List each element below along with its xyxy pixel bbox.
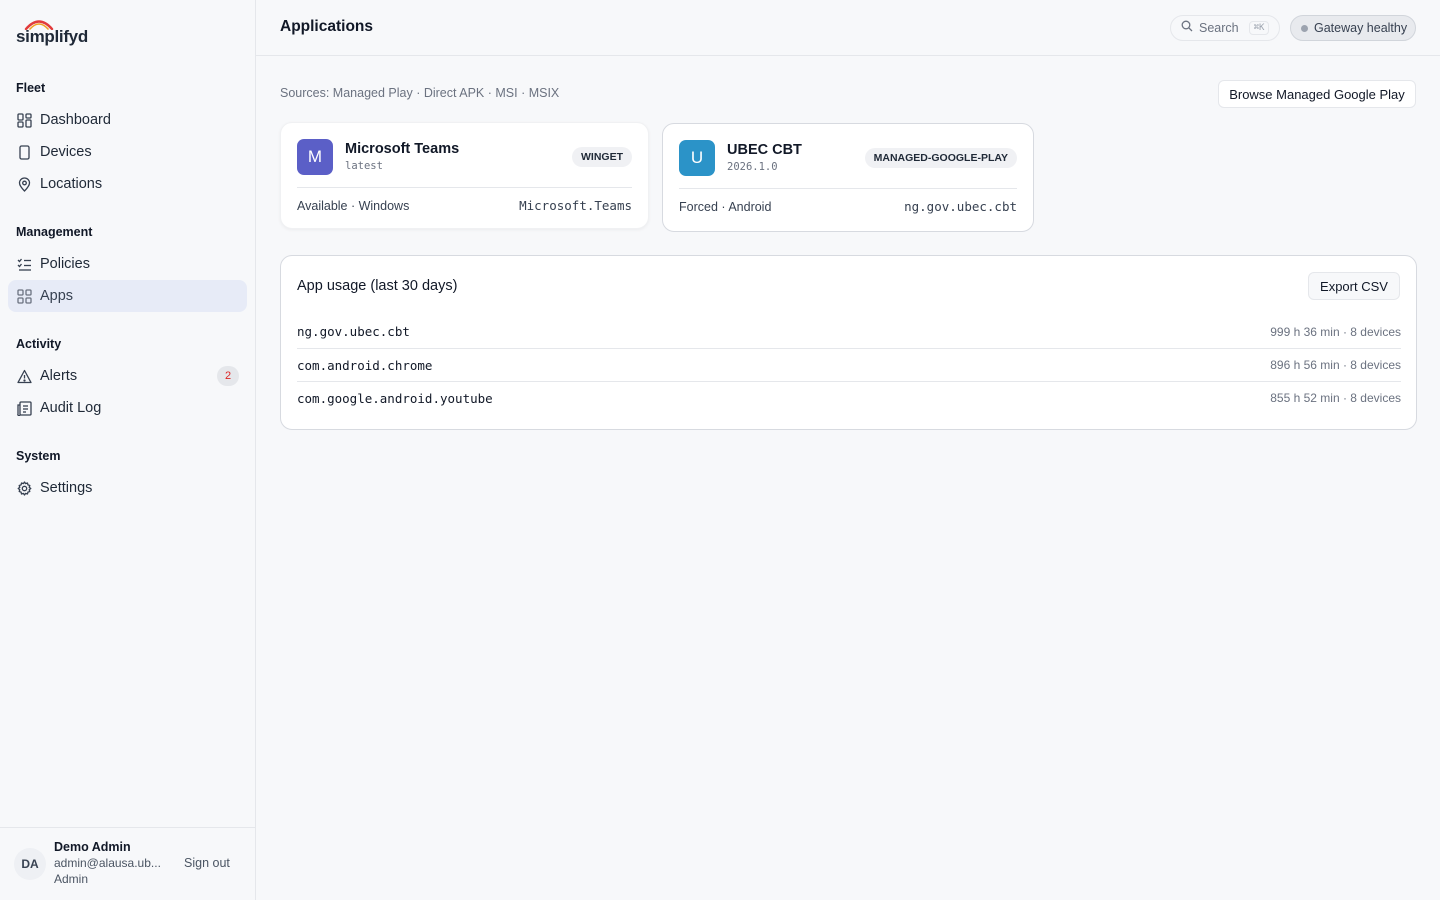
app-version: 2026.1.0: [727, 161, 778, 173]
search-label: Search: [1199, 21, 1239, 35]
device-icon: [16, 144, 32, 160]
app-initial-icon: U: [679, 140, 715, 176]
card-divider: [679, 188, 1017, 189]
page-title: Applications: [280, 18, 374, 35]
app-name: UBEC CBT: [727, 142, 802, 158]
sidebar-item-locations[interactable]: Locations: [8, 168, 247, 200]
app-package: ng.gov.ubec.cbt: [904, 199, 1017, 214]
usage-value: 855 h 52 min · 8 devices: [1270, 391, 1401, 405]
user-email: admin@alausa.ub...: [54, 856, 161, 870]
export-csv-button[interactable]: Export CSV: [1308, 272, 1400, 300]
sidebar-item-label: Apps: [40, 288, 74, 304]
app-version: latest: [345, 160, 383, 172]
avatar: DA: [14, 848, 46, 880]
gear-icon: [16, 480, 32, 496]
search-shortcut: ⌘K: [1248, 21, 1270, 35]
app-card-ubec-cbt[interactable]: U UBEC CBT 2026.1.0 MANAGED-GOOGLE-PLAY …: [662, 123, 1034, 232]
usage-package: com.google.android.youtube: [297, 390, 493, 406]
card-divider: [297, 187, 632, 188]
sidebar-item-apps[interactable]: Apps: [8, 280, 247, 312]
usage-row: com.google.android.youtube 855 h 52 min …: [297, 381, 1401, 414]
sidebar-item-audit-log[interactable]: Audit Log: [8, 392, 247, 424]
sidebar-item-dashboard[interactable]: Dashboard: [8, 104, 247, 136]
browse-managed-play-button[interactable]: Browse Managed Google Play: [1218, 80, 1416, 108]
dashboard-icon: [16, 112, 32, 128]
nav-section-activity: Activity: [16, 337, 62, 351]
sidebar-item-label: Audit Log: [40, 400, 102, 416]
alerts-count-badge: 2: [217, 366, 239, 386]
nav-section-fleet: Fleet: [16, 81, 46, 95]
app-package: Microsoft.Teams: [519, 198, 632, 213]
search-input[interactable]: Search ⌘K: [1170, 15, 1280, 41]
usage-row: com.android.chrome 896 h 56 min · 8 devi…: [297, 348, 1401, 381]
usage-value: 896 h 56 min · 8 devices: [1270, 358, 1401, 372]
usage-title: App usage (last 30 days): [297, 278, 458, 294]
sidebar-item-settings[interactable]: Settings: [8, 472, 247, 504]
app-name: Microsoft Teams: [345, 141, 460, 157]
sidebar-item-label: Locations: [40, 176, 103, 192]
location-pin-icon: [16, 176, 32, 192]
app-card-microsoft-teams[interactable]: M Microsoft Teams latest WINGET Availabl…: [280, 122, 649, 229]
usage-row: ng.gov.ubec.cbt 999 h 36 min · 8 devices: [297, 315, 1401, 348]
app-source-badge: MANAGED-GOOGLE-PLAY: [864, 148, 1017, 168]
usage-package: com.android.chrome: [297, 357, 433, 373]
user-name: Demo Admin: [54, 840, 131, 854]
sidebar: simplifyd Fleet Dashboard Devices Locati…: [0, 0, 256, 900]
gateway-status-badge: Gateway healthy: [1290, 15, 1416, 41]
checklist-icon: [16, 256, 32, 272]
alert-triangle-icon: [16, 368, 32, 384]
user-role: Admin: [54, 872, 89, 886]
sign-out-button[interactable]: Sign out: [184, 856, 230, 870]
app-status: Available · Windows: [297, 199, 410, 213]
sidebar-item-label: Policies: [40, 256, 90, 272]
audit-log-icon: [16, 400, 32, 416]
nav-section-management: Management: [16, 225, 93, 239]
sidebar-item-alerts[interactable]: Alerts 2: [8, 360, 247, 392]
sources-text: Sources: Managed Play · Direct APK · MSI…: [280, 86, 560, 100]
sidebar-item-label: Dashboard: [40, 112, 111, 128]
app-status: Forced · Android: [679, 200, 772, 214]
app-source-badge: WINGET: [572, 147, 632, 167]
user-panel: DA Demo Admin admin@alausa.ub... Admin S…: [0, 827, 255, 900]
sidebar-item-devices[interactable]: Devices: [8, 136, 247, 168]
apps-grid-icon: [16, 288, 32, 304]
top-header: Applications Search ⌘K Gateway healthy: [256, 0, 1440, 56]
usage-package: ng.gov.ubec.cbt: [297, 324, 410, 339]
status-dot-icon: [1301, 24, 1308, 32]
sidebar-item-policies[interactable]: Policies: [8, 248, 247, 280]
sidebar-item-label: Alerts: [40, 368, 78, 384]
brand-name: simplifyd: [16, 27, 88, 46]
gateway-status-label: Gateway healthy: [1314, 21, 1408, 35]
app-usage-card: App usage (last 30 days) Export CSV ng.g…: [280, 255, 1417, 430]
nav-section-system: System: [16, 449, 61, 463]
app-initial-icon: M: [297, 139, 333, 175]
sidebar-item-label: Settings: [40, 480, 93, 496]
search-icon: [1181, 19, 1193, 37]
sidebar-item-label: Devices: [40, 144, 92, 160]
usage-value: 999 h 36 min · 8 devices: [1270, 324, 1401, 339]
